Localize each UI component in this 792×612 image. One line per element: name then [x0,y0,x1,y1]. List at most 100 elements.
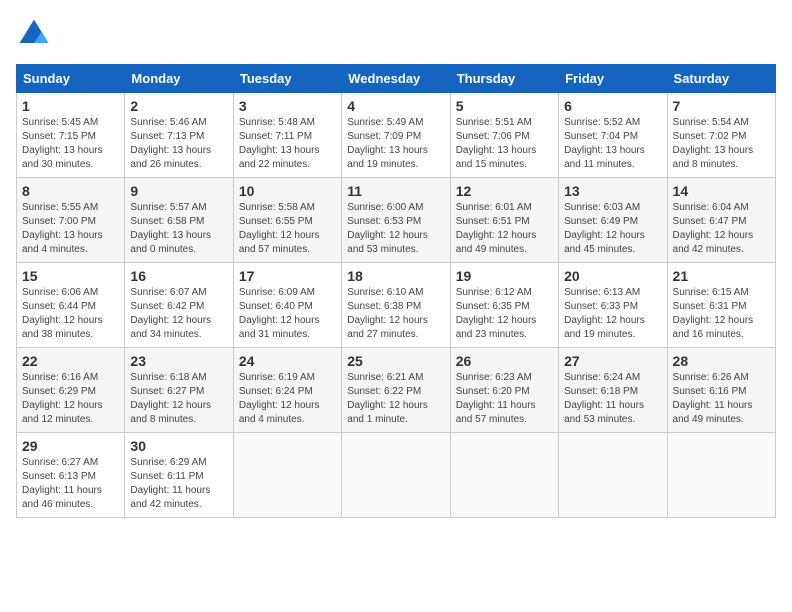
day-number: 8 [22,183,119,199]
day-number: 1 [22,98,119,114]
day-detail: Sunrise: 6:19 AMSunset: 6:24 PMDaylight:… [239,371,336,427]
day-detail: Sunrise: 6:01 AMSunset: 6:51 PMDaylight:… [456,201,553,257]
calendar-week-4: 29 Sunrise: 6:27 AMSunset: 6:13 PMDayligh… [17,433,776,518]
day-number: 24 [239,353,336,369]
day-number: 7 [673,98,770,114]
day-detail: Sunrise: 6:15 AMSunset: 6:31 PMDaylight:… [673,286,770,342]
day-number: 21 [673,268,770,284]
day-detail: Sunrise: 6:27 AMSunset: 6:13 PMDaylight:… [22,456,119,512]
day-detail: Sunrise: 6:00 AMSunset: 6:53 PMDaylight:… [347,201,444,257]
calendar-cell: 15 Sunrise: 6:06 AMSunset: 6:44 PMDayligh… [17,263,125,348]
day-detail: Sunrise: 6:03 AMSunset: 6:49 PMDaylight:… [564,201,661,257]
day-number: 27 [564,353,661,369]
calendar-table: SundayMondayTuesdayWednesdayThursdayFrid… [16,64,776,518]
day-number: 15 [22,268,119,284]
day-detail: Sunrise: 5:51 AMSunset: 7:06 PMDaylight:… [456,116,553,172]
day-number: 11 [347,183,444,199]
day-number: 18 [347,268,444,284]
day-number: 12 [456,183,553,199]
calendar-cell [450,433,558,518]
day-number: 17 [239,268,336,284]
day-detail: Sunrise: 6:23 AMSunset: 6:20 PMDaylight:… [456,371,553,427]
header-saturday: Saturday [667,65,775,93]
calendar-cell: 14Sunrise: 6:04 AMSunset: 6:47 PMDayligh… [667,178,775,263]
day-number: 26 [456,353,553,369]
day-number: 3 [239,98,336,114]
calendar-cell: 25 Sunrise: 6:21 AMSunset: 6:22 PMDayligh… [342,348,450,433]
calendar-cell: 18 Sunrise: 6:10 AMSunset: 6:38 PMDayligh… [342,263,450,348]
day-number: 25 [347,353,444,369]
calendar-cell: 9 Sunrise: 5:57 AMSunset: 6:58 PMDaylight… [125,178,233,263]
day-number: 5 [456,98,553,114]
calendar-cell [233,433,341,518]
calendar-cell: 21 Sunrise: 6:15 AMSunset: 6:31 PMDayligh… [667,263,775,348]
day-detail: Sunrise: 6:09 AMSunset: 6:40 PMDaylight:… [239,286,336,342]
day-detail: Sunrise: 6:26 AMSunset: 6:16 PMDaylight:… [673,371,770,427]
header-monday: Monday [125,65,233,93]
calendar-cell: 3 Sunrise: 5:48 AMSunset: 7:11 PMDaylight… [233,93,341,178]
calendar-cell: 30 Sunrise: 6:29 AMSunset: 6:11 PMDayligh… [125,433,233,518]
day-detail: Sunrise: 5:55 AMSunset: 7:00 PMDaylight:… [22,201,119,257]
day-detail: Sunrise: 6:29 AMSunset: 6:11 PMDaylight:… [130,456,227,512]
day-number: 9 [130,183,227,199]
day-detail: Sunrise: 5:57 AMSunset: 6:58 PMDaylight:… [130,201,227,257]
day-detail: Sunrise: 6:18 AMSunset: 6:27 PMDaylight:… [130,371,227,427]
calendar-cell: 26 Sunrise: 6:23 AMSunset: 6:20 PMDayligh… [450,348,558,433]
calendar-cell: 1Sunrise: 5:45 AMSunset: 7:15 PMDaylight… [17,93,125,178]
day-detail: Sunrise: 6:16 AMSunset: 6:29 PMDaylight:… [22,371,119,427]
calendar-cell: 11 Sunrise: 6:00 AMSunset: 6:53 PMDayligh… [342,178,450,263]
day-number: 4 [347,98,444,114]
day-detail: Sunrise: 6:06 AMSunset: 6:44 PMDaylight:… [22,286,119,342]
calendar-cell [342,433,450,518]
header-thursday: Thursday [450,65,558,93]
day-detail: Sunrise: 5:58 AMSunset: 6:55 PMDaylight:… [239,201,336,257]
calendar-cell [559,433,667,518]
header-tuesday: Tuesday [233,65,341,93]
day-number: 10 [239,183,336,199]
calendar-cell: 20 Sunrise: 6:13 AMSunset: 6:33 PMDayligh… [559,263,667,348]
calendar-cell: 4 Sunrise: 5:49 AMSunset: 7:09 PMDaylight… [342,93,450,178]
day-detail: Sunrise: 5:49 AMSunset: 7:09 PMDaylight:… [347,116,444,172]
day-number: 23 [130,353,227,369]
calendar-cell: 10 Sunrise: 5:58 AMSunset: 6:55 PMDayligh… [233,178,341,263]
day-number: 2 [130,98,227,114]
calendar-cell: 28 Sunrise: 6:26 AMSunset: 6:16 PMDayligh… [667,348,775,433]
day-number: 20 [564,268,661,284]
day-number: 22 [22,353,119,369]
day-detail: Sunrise: 5:46 AMSunset: 7:13 PMDaylight:… [130,116,227,172]
calendar-cell: 16Sunrise: 6:07 AMSunset: 6:42 PMDayligh… [125,263,233,348]
day-detail: Sunrise: 5:48 AMSunset: 7:11 PMDaylight:… [239,116,336,172]
calendar-cell: 29 Sunrise: 6:27 AMSunset: 6:13 PMDayligh… [17,433,125,518]
header-sunday: Sunday [17,65,125,93]
day-detail: Sunrise: 6:21 AMSunset: 6:22 PMDaylight:… [347,371,444,427]
calendar-cell: 27 Sunrise: 6:24 AMSunset: 6:18 PMDayligh… [559,348,667,433]
day-number: 29 [22,438,119,454]
day-number: 13 [564,183,661,199]
day-detail: Sunrise: 6:07 AMSunset: 6:42 PMDaylight:… [130,286,227,342]
day-detail: Sunrise: 6:13 AMSunset: 6:33 PMDaylight:… [564,286,661,342]
header-wednesday: Wednesday [342,65,450,93]
logo [16,16,56,52]
calendar-cell: 22 Sunrise: 6:16 AMSunset: 6:29 PMDayligh… [17,348,125,433]
day-detail: Sunrise: 6:12 AMSunset: 6:35 PMDaylight:… [456,286,553,342]
calendar-cell [667,433,775,518]
calendar-cell: 23 Sunrise: 6:18 AMSunset: 6:27 PMDayligh… [125,348,233,433]
logo-icon [16,16,52,52]
calendar-cell: 7 Sunrise: 5:54 AMSunset: 7:02 PMDaylight… [667,93,775,178]
calendar-cell: 2 Sunrise: 5:46 AMSunset: 7:13 PMDaylight… [125,93,233,178]
calendar-week-2: 15 Sunrise: 6:06 AMSunset: 6:44 PMDayligh… [17,263,776,348]
calendar-week-1: 8 Sunrise: 5:55 AMSunset: 7:00 PMDaylight… [17,178,776,263]
calendar-header-row: SundayMondayTuesdayWednesdayThursdayFrid… [17,65,776,93]
calendar-cell: 8 Sunrise: 5:55 AMSunset: 7:00 PMDaylight… [17,178,125,263]
day-number: 28 [673,353,770,369]
day-detail: Sunrise: 5:54 AMSunset: 7:02 PMDaylight:… [673,116,770,172]
day-detail: Sunrise: 6:24 AMSunset: 6:18 PMDaylight:… [564,371,661,427]
calendar-cell: 19Sunrise: 6:12 AMSunset: 6:35 PMDayligh… [450,263,558,348]
day-number: 30 [130,438,227,454]
calendar-cell: 6Sunrise: 5:52 AMSunset: 7:04 PMDaylight… [559,93,667,178]
calendar-cell: 24 Sunrise: 6:19 AMSunset: 6:24 PMDayligh… [233,348,341,433]
day-detail: Sunrise: 6:10 AMSunset: 6:38 PMDaylight:… [347,286,444,342]
calendar-week-3: 22 Sunrise: 6:16 AMSunset: 6:29 PMDayligh… [17,348,776,433]
header-friday: Friday [559,65,667,93]
day-number: 14 [673,183,770,199]
